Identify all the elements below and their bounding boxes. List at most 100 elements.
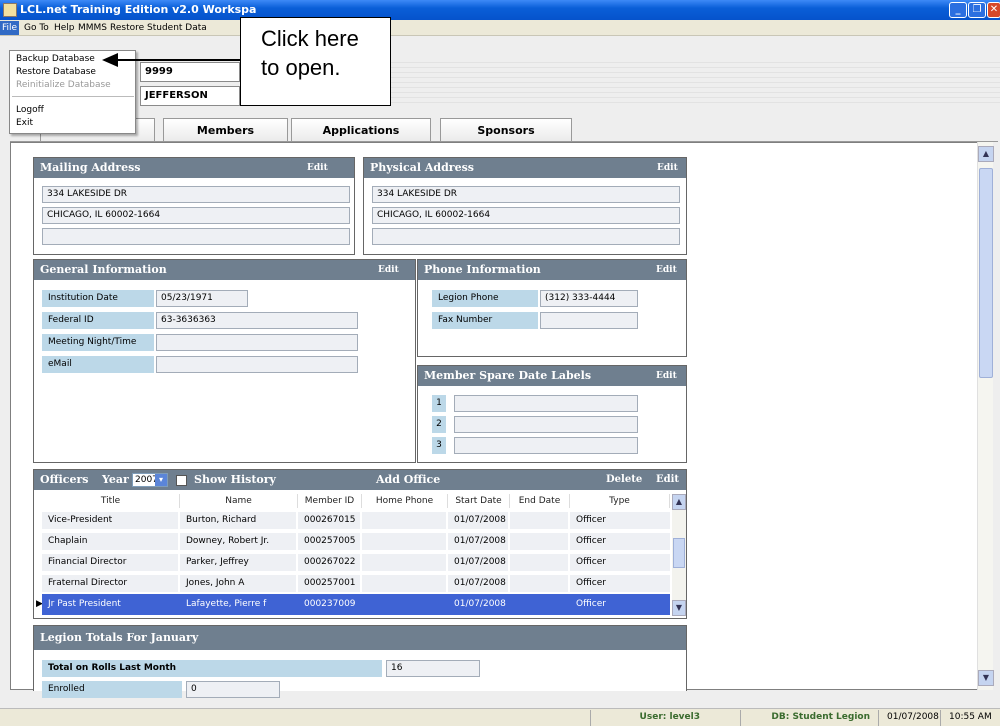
main-scroll-thumb[interactable] xyxy=(979,168,993,378)
general-information-title: General Information xyxy=(40,263,167,276)
officers-edit-link[interactable]: Edit xyxy=(656,470,679,490)
add-office-link[interactable]: Add Office xyxy=(376,470,440,490)
cell-name: Jones, John A xyxy=(180,575,296,592)
content-panel: Mailing Address Edit 334 LAKESIDE DR CHI… xyxy=(10,142,980,698)
show-history-label: Show History xyxy=(194,473,276,486)
legion-totals-panel: Legion Totals For January Total on Rolls… xyxy=(33,625,687,698)
year-label: Year xyxy=(102,473,129,486)
col-type[interactable]: Type xyxy=(570,494,670,508)
email-value xyxy=(156,356,358,373)
cell-end-date xyxy=(510,596,568,613)
callout-line-1: Click here xyxy=(261,26,359,51)
officers-scroll-thumb[interactable] xyxy=(673,538,685,568)
cell-title: Fraternal Director xyxy=(42,575,178,592)
chevron-down-icon[interactable]: ▼ xyxy=(978,670,994,686)
enrolled-label: Enrolled xyxy=(42,681,182,698)
main-scrollbar[interactable]: ▲ ▼ xyxy=(977,142,994,690)
cell-home-phone xyxy=(362,575,446,592)
cell-name: Lafayette, Pierre f xyxy=(180,596,296,613)
phone-edit-link[interactable]: Edit xyxy=(656,260,677,280)
menu-restore-student-data[interactable]: Restore Student Data xyxy=(108,21,209,35)
menu-exit[interactable]: Exit xyxy=(16,117,33,129)
cell-start-date: 01/07/2008 xyxy=(448,533,508,550)
window-title: LCL.net Training Edition v2.0 Workspa xyxy=(20,3,257,16)
cell-type: Officer xyxy=(570,533,670,550)
table-row[interactable]: Fraternal Director Jones, John A 000257001… xyxy=(42,573,670,594)
table-row[interactable]: Vice-President Burton, Richard 000267015 01… xyxy=(42,510,670,531)
chevron-up-icon[interactable]: ▲ xyxy=(672,494,686,510)
app-icon xyxy=(3,3,17,17)
officers-delete-link[interactable]: Delete xyxy=(606,470,642,490)
table-row[interactable]: Chaplain Downey, Robert Jr. 000257005 01/07… xyxy=(42,531,670,552)
mailing-line2: CHICAGO, IL 60002-1664 xyxy=(42,207,350,224)
cell-member-id: 000237009 xyxy=(298,596,360,613)
spare-date-labels-title: Member Spare Date Labels xyxy=(424,369,592,382)
col-name[interactable]: Name xyxy=(180,494,298,508)
officers-grid-scrollbar[interactable]: ▲ ▼ xyxy=(672,494,686,616)
tab-applications[interactable]: Applications xyxy=(291,118,431,142)
menu-logoff[interactable]: Logoff xyxy=(16,104,44,116)
general-information-panel: General Information Edit Institution Dat… xyxy=(33,259,416,463)
spare-label-2: 2 xyxy=(432,416,446,433)
col-member-id[interactable]: Member ID xyxy=(298,494,362,508)
maximize-button[interactable]: ❐ xyxy=(968,2,986,18)
meeting-night-label: Meeting Night/Time xyxy=(42,334,154,351)
close-button[interactable]: ✕ xyxy=(987,2,1000,18)
mailing-line3 xyxy=(42,228,350,245)
year-select[interactable]: 2007 ▾ xyxy=(132,473,168,487)
spare-value-3 xyxy=(454,437,638,454)
spare-label-3: 3 xyxy=(432,437,446,454)
cell-member-id: 000267022 xyxy=(298,554,360,571)
menu-restore-database[interactable]: Restore Database xyxy=(16,66,96,78)
table-row[interactable]: ▶ Jr Past President Lafayette, Pierre f 000… xyxy=(36,594,670,615)
institution-date-value: 05/23/1971 xyxy=(156,290,248,307)
col-start-date[interactable]: Start Date xyxy=(448,494,510,508)
cell-name: Downey, Robert Jr. xyxy=(180,533,296,550)
fax-number-value xyxy=(540,312,638,329)
general-edit-link[interactable]: Edit xyxy=(378,260,399,280)
menu-separator xyxy=(12,96,134,97)
total-on-rolls-value: 16 xyxy=(386,660,480,677)
col-home-phone[interactable]: Home Phone xyxy=(362,494,448,508)
menu-mmms[interactable]: MMMS xyxy=(76,21,109,35)
cell-type: Officer xyxy=(570,554,670,571)
tab-members[interactable]: Members xyxy=(163,118,288,142)
chevron-down-icon[interactable]: ▾ xyxy=(155,474,167,486)
chevron-up-icon[interactable]: ▲ xyxy=(978,146,994,162)
cell-title: Chaplain xyxy=(42,533,178,550)
federal-id-value: 63-3636363 xyxy=(156,312,358,329)
spare-edit-link[interactable]: Edit xyxy=(656,366,677,386)
cell-member-id: 000257001 xyxy=(298,575,360,592)
mailing-address-title: Mailing Address xyxy=(40,161,141,174)
menu-goto[interactable]: Go To xyxy=(22,21,51,35)
chevron-down-icon[interactable]: ▼ xyxy=(672,600,686,616)
phone-information-title: Phone Information xyxy=(424,263,541,276)
col-title[interactable]: Title xyxy=(42,494,180,508)
show-history-checkbox[interactable] xyxy=(176,475,187,486)
cell-home-phone xyxy=(362,512,446,529)
cell-type: Officer xyxy=(570,512,670,529)
title-bar: LCL.net Training Edition v2.0 Workspa _ … xyxy=(0,0,1000,20)
mailing-edit-link[interactable]: Edit xyxy=(307,158,328,178)
total-on-rolls-label: Total on Rolls Last Month xyxy=(42,660,382,677)
physical-edit-link[interactable]: Edit xyxy=(657,158,678,178)
spare-value-1 xyxy=(454,395,638,412)
menu-file[interactable]: File xyxy=(0,21,20,35)
cell-name: Parker, Jeffrey xyxy=(180,554,296,571)
callout-line-2: to open. xyxy=(261,55,341,80)
spare-label-1: 1 xyxy=(432,395,446,412)
menu-help[interactable]: Help xyxy=(52,21,77,35)
cell-end-date xyxy=(510,575,568,592)
status-time: 10:55 AM xyxy=(940,710,1000,726)
physical-line2: CHICAGO, IL 60002-1664 xyxy=(372,207,680,224)
menu-backup-database[interactable]: Backup Database xyxy=(16,53,95,65)
legion-totals-title: Legion Totals For January xyxy=(40,631,199,644)
callout-box: Click here to open. xyxy=(240,17,391,106)
minimize-button[interactable]: _ xyxy=(949,2,967,18)
status-database: DB: Student Legion xyxy=(740,710,878,726)
table-row[interactable]: Financial Director Parker, Jeffrey 0002670… xyxy=(42,552,670,573)
col-end-date[interactable]: End Date xyxy=(510,494,570,508)
tab-sponsors[interactable]: Sponsors xyxy=(440,118,572,142)
cell-type: Officer xyxy=(570,575,670,592)
officers-header: Officers Year 2007 ▾ Show History Add Of… xyxy=(34,470,686,490)
